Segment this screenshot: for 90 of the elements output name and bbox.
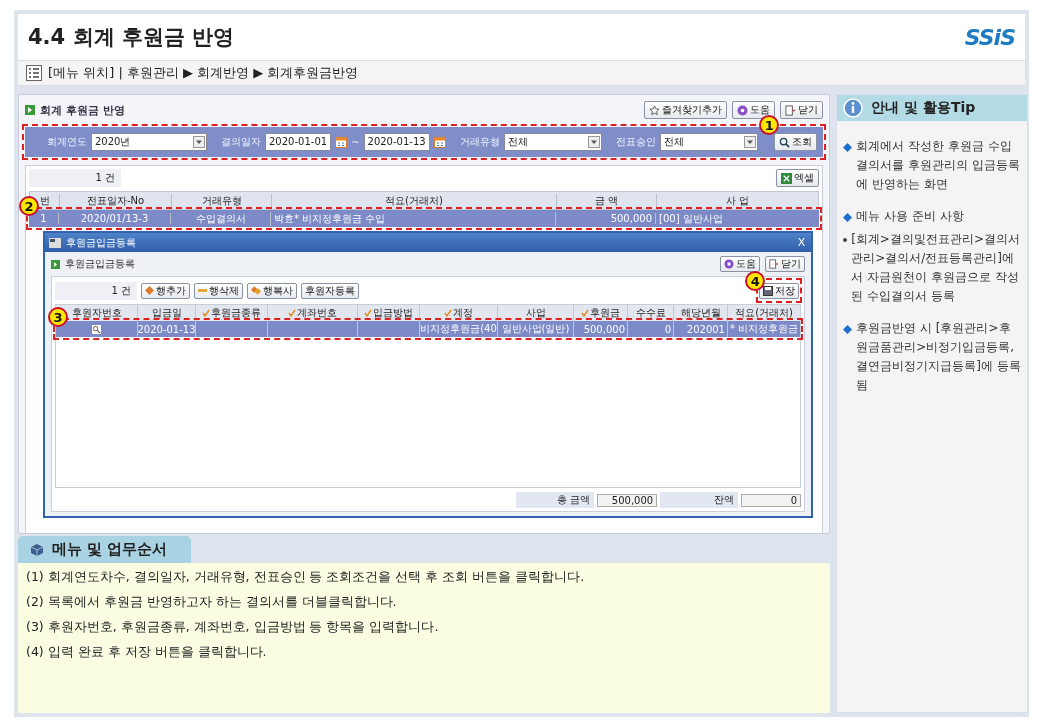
dot-bullet-icon xyxy=(843,237,848,242)
tips-title: 안내 및 활용Tip xyxy=(871,99,976,117)
row-action-button[interactable]: 후원자등록 xyxy=(301,282,359,299)
row-action-button[interactable]: 행삭제 xyxy=(194,282,243,299)
table-cell: 0 xyxy=(628,321,674,337)
filter-label: 전표승인 xyxy=(615,135,656,149)
filter-label: 결의일자 xyxy=(221,135,261,149)
search-icon[interactable] xyxy=(92,324,101,334)
row-action-button[interactable]: 행추가 xyxy=(141,282,190,299)
diamond-icon xyxy=(145,286,154,295)
copy-icon xyxy=(251,286,261,295)
column-header: 적요(거래처) xyxy=(734,306,794,320)
search-icon xyxy=(779,136,791,148)
select-field[interactable]: 전체 xyxy=(659,133,758,151)
total-value: 0 xyxy=(741,493,802,507)
table-cell: 수입결의서 xyxy=(171,211,271,226)
record-count: 1 건 xyxy=(29,169,121,187)
total-label: 총 금액 xyxy=(516,492,595,508)
tip-text: 후원금반영 시 [후원관리>후원금품관리>비정기입금등록, 결연금비정기지급등록]에 등록 됨 xyxy=(856,319,1022,395)
door-icon xyxy=(785,104,797,116)
calendar-icon[interactable] xyxy=(433,136,446,148)
row-action-button[interactable]: 행복사 xyxy=(247,282,297,299)
guide-step: (2) 목록에서 후원금 반영하고자 하는 결의서를 더블클릭합니다. xyxy=(26,594,823,611)
range-separator: ~ xyxy=(351,136,360,148)
tip-text: 회계에서 작성한 후원금 수입결의서를 후원관리의 입금등록에 반영하는 화면 xyxy=(856,138,1021,194)
table-cell: 박효* 비지정후원금 수입 xyxy=(271,211,556,226)
calendar-icon[interactable] xyxy=(335,136,348,148)
bullet-icon xyxy=(51,259,60,269)
table-cell: 일반사업(일반) xyxy=(498,321,574,337)
page-title: 4.4 회계 후원금 반영 xyxy=(28,24,235,51)
diamond-bullet-icon xyxy=(843,143,853,152)
dropdown-caret-icon xyxy=(193,136,205,148)
table-cell: 500,000 xyxy=(556,213,656,224)
help-icon xyxy=(737,104,749,116)
callout-badge: 1 xyxy=(759,115,780,135)
table-cell: 비지정후원금(40 xyxy=(420,321,498,337)
info-icon xyxy=(843,98,864,118)
table-cell: 2020/01/13-3 xyxy=(59,213,171,224)
section-title: 메뉴 및 업무순서 xyxy=(52,540,168,559)
search-button[interactable]: 조회 xyxy=(774,133,818,151)
table-cell-text: [00] 일반사업 xyxy=(658,211,724,226)
date-field[interactable]: 2020-01-01 xyxy=(265,133,332,151)
filter-label: 회계연도 xyxy=(47,135,87,149)
excel-button[interactable]: 엑셀 xyxy=(776,169,820,187)
guide-step: (3) 후원자번호, 후원금종류, 계좌번호, 입금방법 등 항목을 입력합니다. xyxy=(26,619,823,636)
star-icon xyxy=(649,104,661,116)
save-button[interactable]: 저장 xyxy=(759,283,800,299)
record-count: 1 건 xyxy=(55,281,137,300)
table-cell: 2020-01-13 xyxy=(138,321,196,337)
screen-title: 회계 후원금 반영 xyxy=(40,102,125,118)
callout-badge: 3 xyxy=(48,307,68,327)
window-icon xyxy=(49,237,61,248)
dialog-title: 후원금입금등록 xyxy=(66,235,136,250)
toolbar-button[interactable]: 닫기 xyxy=(780,101,824,119)
table-cell: 202001 xyxy=(674,321,728,337)
minus-icon xyxy=(198,286,207,295)
bullet-icon xyxy=(25,105,35,115)
select-field[interactable]: 2020년 xyxy=(91,133,207,151)
column-header: 사 업 xyxy=(725,193,751,208)
tip-text: 메뉴 사용 준비 사항 xyxy=(856,207,964,225)
logo: SSiS xyxy=(964,24,1015,50)
date-field[interactable]: 2020-01-13 xyxy=(363,133,430,151)
toolbar-button[interactable]: 도움 xyxy=(732,101,776,119)
diamond-bullet-icon xyxy=(843,212,853,222)
list-icon xyxy=(26,65,42,81)
door-icon xyxy=(769,259,780,269)
guide-step: (4) 입력 완료 후 저장 버튼을 클릭합니다. xyxy=(26,644,823,661)
form-title: 후원금입금등록 xyxy=(65,257,135,271)
toolbar-button[interactable]: 즐겨찾기추가 xyxy=(644,101,728,119)
diamond-bullet-icon xyxy=(843,324,853,334)
guide-step: (1) 회계연도차수, 결의일자, 거래유형, 전표승인 등 조회조건을 선택 후 조회 버튼을 클릭합니다. xyxy=(26,569,823,586)
help-icon xyxy=(724,259,735,269)
callout-badge: 2 xyxy=(19,196,39,216)
close-button[interactable]: X xyxy=(795,236,808,249)
dropdown-caret-icon xyxy=(587,136,600,148)
cube-icon xyxy=(30,542,44,557)
table-cell-text: * 비지정후원금 xyxy=(729,322,800,336)
table-cell: 500,000 xyxy=(574,321,628,337)
toolbar-button[interactable]: 도움 xyxy=(720,256,761,272)
callout-badge: 4 xyxy=(745,271,766,291)
total-value: 500,000 xyxy=(597,493,658,507)
filter-label: 거래유형 xyxy=(459,135,500,149)
table-cell: 1 xyxy=(29,213,59,224)
dropdown-caret-icon xyxy=(743,136,756,148)
spreadsheet-icon xyxy=(781,172,793,184)
breadcrumb: [메뉴 위치] | 후원관리 ▶ 회계반영 ▶ 회계후원금반영 xyxy=(48,64,359,82)
tip-text: [회계>결의및전표관리>결의서관리>결의서/전표등록관리]에서 자금원천이 후원금으로 작성된 수입결의서 등록 xyxy=(851,230,1021,306)
total-label: 잔액 xyxy=(660,492,739,508)
toolbar-button[interactable]: 닫기 xyxy=(765,256,806,272)
select-field[interactable]: 전체 xyxy=(503,133,602,151)
